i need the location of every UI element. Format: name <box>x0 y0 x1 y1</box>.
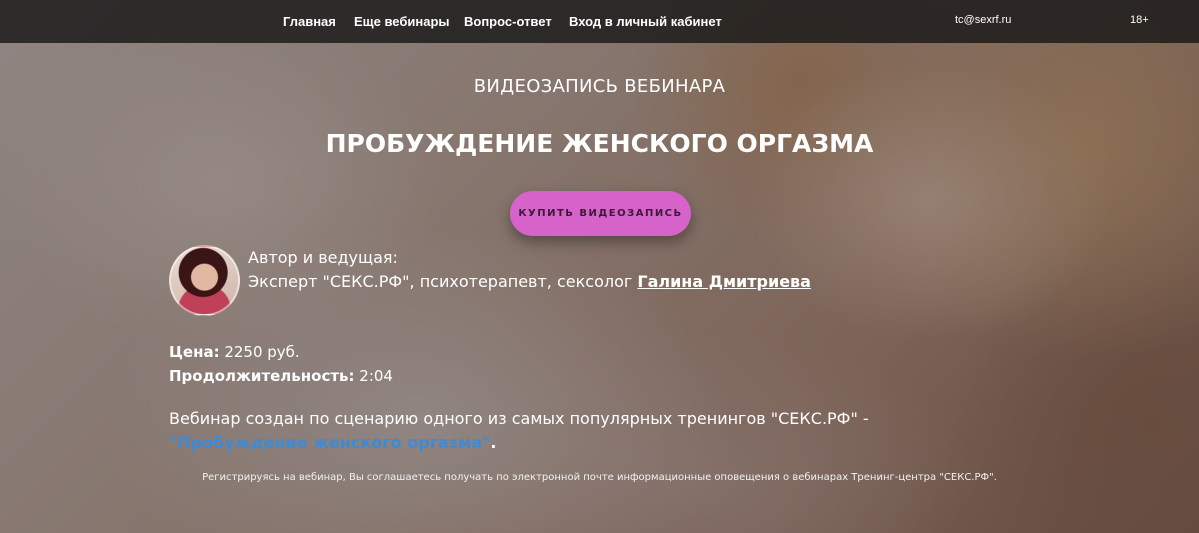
price-line: Цена: 2250 руб. <box>169 343 300 361</box>
duration-label: Продолжительность: <box>169 367 355 385</box>
contact-email-link[interactable]: tc@sexrf.ru <box>955 14 1011 26</box>
author-description: Эксперт "СЕКС.РФ", психотерапевт, сексол… <box>248 272 811 291</box>
age-restriction-badge: 18+ <box>1130 14 1149 26</box>
author-name-link[interactable]: Галина Дмитриева <box>637 272 811 291</box>
duration-value: 2:04 <box>354 367 393 385</box>
author-credentials: Эксперт "СЕКС.РФ", психотерапевт, сексол… <box>248 272 638 291</box>
nav-more-webinars[interactable]: Еще вебинары <box>354 14 450 29</box>
hero-content: ВИДЕОЗАПИСЬ ВЕБИНАРА ПРОБУЖДЕНИЕ ЖЕНСКОГ… <box>0 0 1199 533</box>
webinar-description: Вебинар создан по сценарию одного из сам… <box>169 407 969 455</box>
duration-line: Продолжительность: 2:04 <box>169 367 393 385</box>
page-title: ПРОБУЖДЕНИЕ ЖЕНСКОГО ОРГАЗМА <box>325 129 874 158</box>
author-avatar <box>169 245 240 316</box>
top-navbar: Главная Еще вебинары Вопрос-ответ Вход в… <box>0 0 1199 43</box>
nav-login[interactable]: Вход в личный кабинет <box>569 14 722 29</box>
training-link[interactable]: "Пробуждение женского оргазма" <box>169 433 490 452</box>
price-label: Цена: <box>169 343 220 361</box>
buy-recording-button[interactable]: КУПИТЬ ВИДЕОЗАПИСЬ <box>510 191 691 236</box>
hero-kicker: ВИДЕОЗАПИСЬ ВЕБИНАРА <box>473 76 726 97</box>
description-suffix: . <box>490 433 497 452</box>
nav-qa[interactable]: Вопрос-ответ <box>464 14 552 29</box>
price-value: 2250 руб. <box>219 343 300 361</box>
author-heading: Автор и ведущая: <box>248 248 398 267</box>
description-text: Вебинар создан по сценарию одного из сам… <box>169 409 869 428</box>
consent-notice: Регистрируясь на вебинар, Вы соглашаетес… <box>202 472 997 483</box>
nav-home[interactable]: Главная <box>283 14 336 29</box>
